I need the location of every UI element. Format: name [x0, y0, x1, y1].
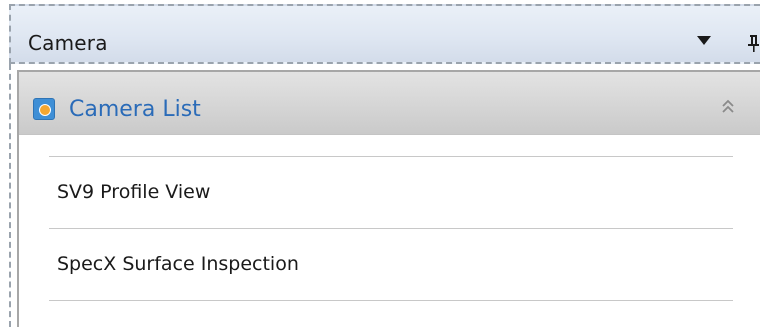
camera-list: SV9 Profile View SpecX Surface Inspectio… [49, 156, 733, 301]
list-item-label: SV9 Profile View [57, 181, 211, 203]
camera-icon [33, 98, 55, 120]
panel-title: Camera [28, 31, 108, 55]
double-chevron-up-icon[interactable] [720, 96, 736, 118]
camera-panel: Camera Camera List SV9 Profile View Spec… [0, 0, 760, 327]
group-title: Camera List [69, 97, 201, 122]
group-header[interactable]: Camera List [19, 72, 760, 135]
camera-list-group: Camera List SV9 Profile View SpecX Surfa… [17, 70, 760, 327]
pin-icon[interactable] [744, 33, 760, 53]
list-item-label: SpecX Surface Inspection [57, 253, 299, 275]
chevron-down-icon[interactable] [697, 36, 711, 45]
list-item[interactable]: SpecX Surface Inspection [49, 229, 733, 300]
list-item[interactable]: SV9 Profile View [49, 157, 733, 228]
panel-titlebar[interactable]: Camera [9, 4, 760, 64]
divider [49, 300, 733, 301]
panel-left-border [9, 64, 11, 327]
